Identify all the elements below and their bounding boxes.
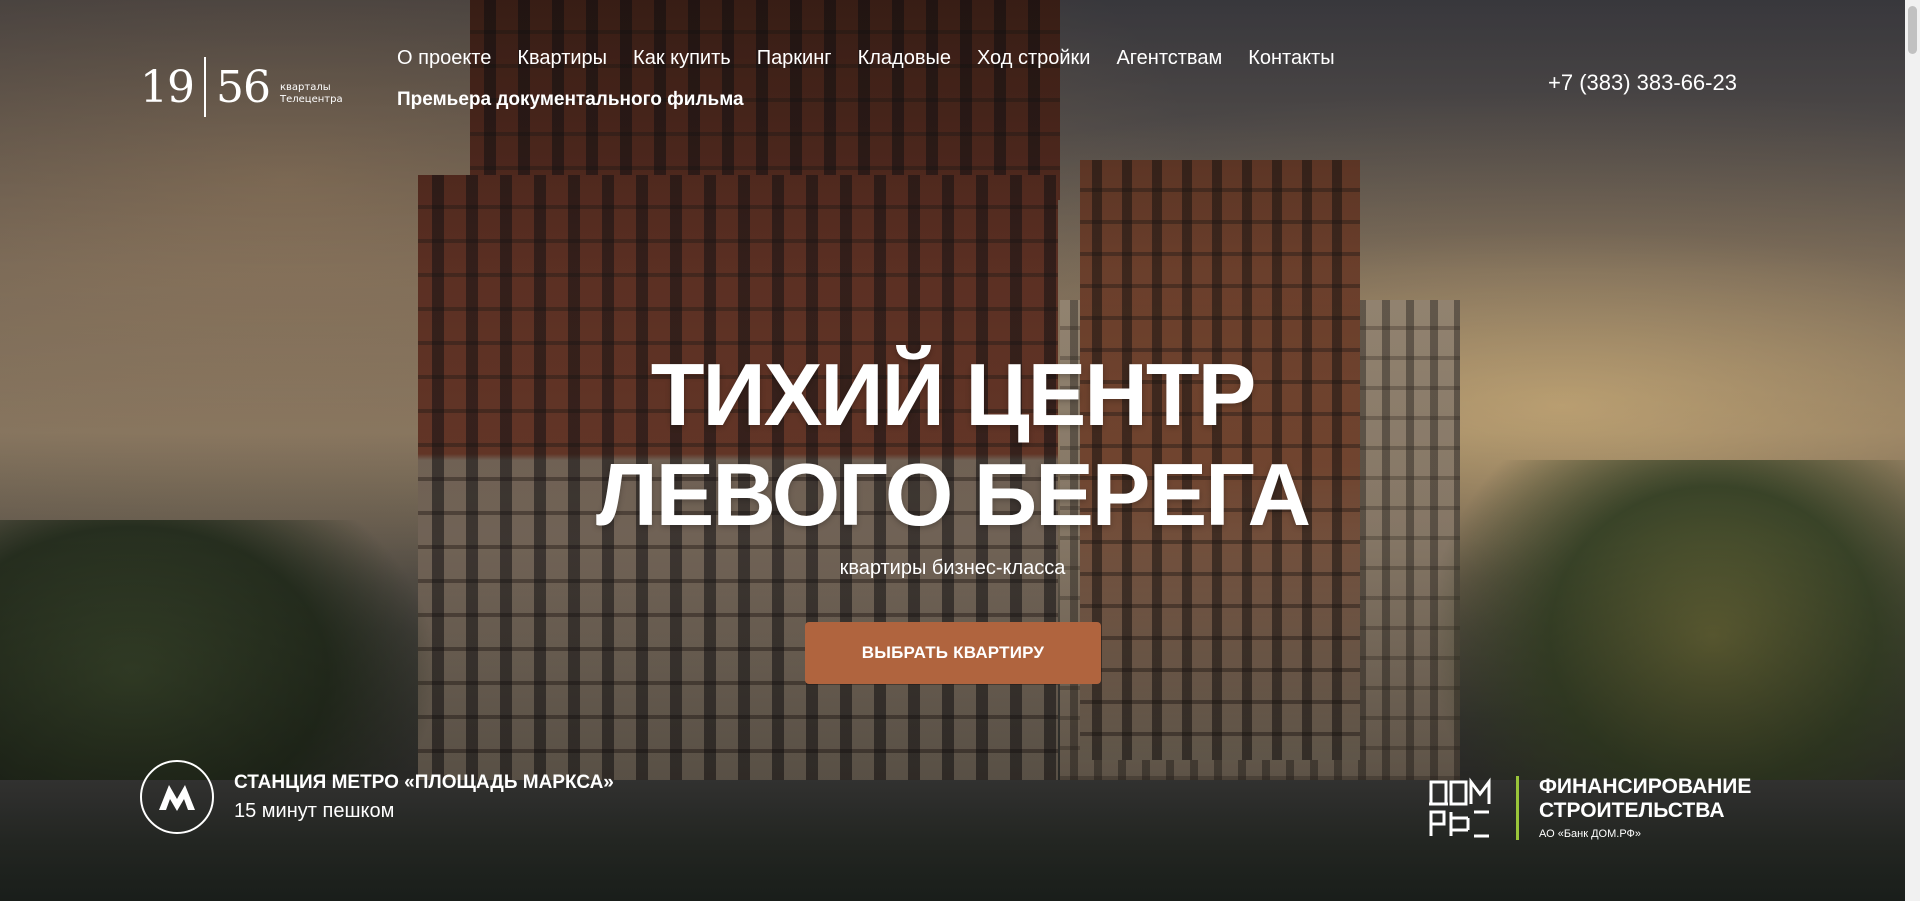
logo-divider [204,57,206,117]
hero-subheadline: квартиры бизнес-класса [839,557,1066,579]
nav-item-film-premiere[interactable]: Премьера документального фильма [397,89,744,111]
headline-line2: ЛЕВОГО БЕРЕГА [595,445,1311,544]
metro-walk-time: 15 минут пешком [234,799,395,822]
main-nav: О проекте Квартиры Как купить Паркинг Кл… [397,47,1361,70]
scrollbar-thumb[interactable] [1908,6,1917,54]
headline-line1: ТИХИЙ ЦЕНТР [650,345,1257,444]
metro-icon [140,760,214,834]
nav-item-contacts[interactable]: Контакты [1248,47,1334,70]
nav-item-storage[interactable]: Кладовые [858,47,951,70]
domrf-logo [1428,776,1492,840]
partner-divider [1516,775,1519,840]
phone-link[interactable]: +7 (383) 383-66-23 [1548,70,1737,96]
nav-item-about[interactable]: О проекте [397,47,491,70]
logo-subtitle: кварталы Телецентра [280,82,343,106]
partner-title-line1: ФИНАНСИРОВАНИЕ [1539,775,1752,798]
site-logo[interactable]: 19 56 кварталы Телецентра [140,56,343,118]
page-scrollbar[interactable] [1905,0,1920,901]
logo-subtitle-line2: Телецентра [280,94,343,105]
partner-domrf[interactable]: ФИНАНСИРОВАНИЕ СТРОИТЕЛЬСТВА АО «Банк ДО… [1428,775,1751,840]
nav-item-parking[interactable]: Паркинг [757,47,832,70]
partner-title-line2: СТРОИТЕЛЬСТВА [1539,799,1725,822]
domrf-logo-icon [1429,777,1491,837]
metro-info: СТАНЦИЯ МЕТРО «ПЛОЩАДЬ МАРКСА» 15 минут … [140,760,614,834]
metro-letter-icon [159,785,195,811]
choose-apartment-button[interactable]: ВЫБРАТЬ КВАРТИРУ [805,622,1101,684]
nav-item-how-to-buy[interactable]: Как купить [633,47,731,70]
metro-station-title: СТАНЦИЯ МЕТРО «ПЛОЩАДЬ МАРКСА» [234,771,614,793]
logo-right-digits: 56 [216,61,271,113]
nav-item-apartments[interactable]: Квартиры [517,47,607,70]
hero-headline: ТИХИЙ ЦЕНТР ЛЕВОГО БЕРЕГА [0,345,1905,545]
logo-subtitle-line1: кварталы [280,82,331,93]
nav-item-agencies[interactable]: Агентствам [1116,47,1222,70]
partner-title: ФИНАНСИРОВАНИЕ СТРОИТЕЛЬСТВА [1539,775,1751,823]
nav-item-construction[interactable]: Ход стройки [977,47,1091,70]
partner-subtitle: АО «Банк ДОМ.РФ» [1539,828,1642,840]
logo-left-digits: 19 [140,61,195,113]
